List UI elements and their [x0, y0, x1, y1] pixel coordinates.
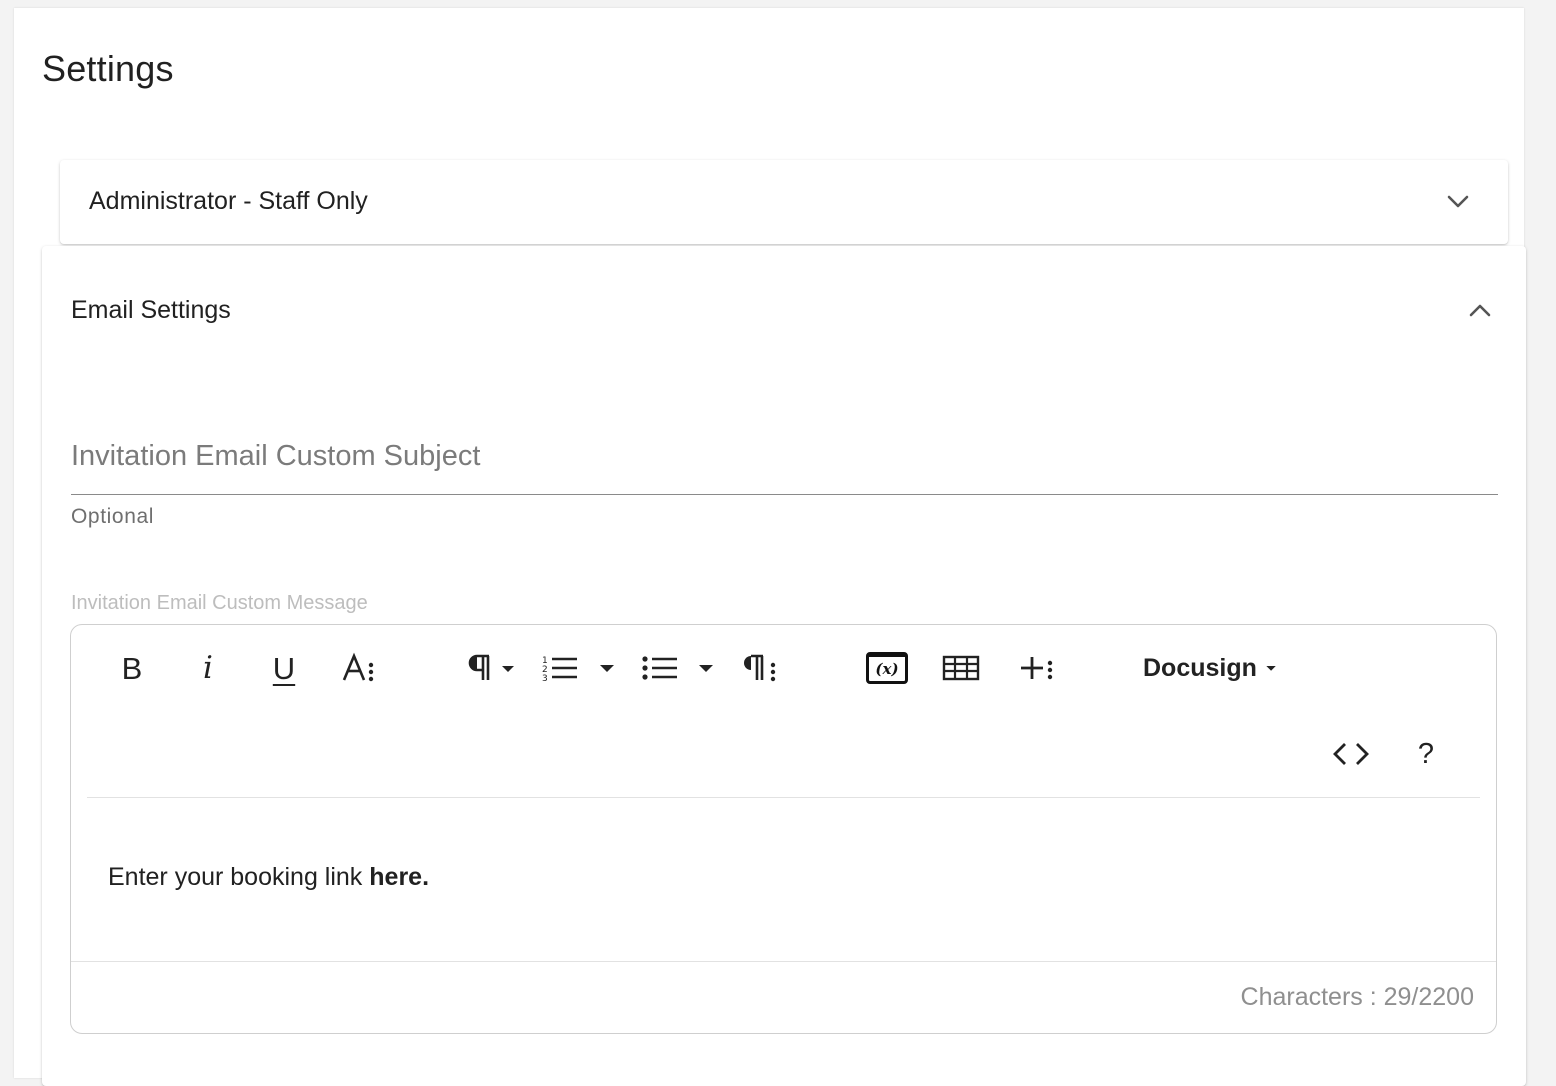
page-title: Settings — [42, 48, 174, 89]
font-options-button[interactable] — [339, 643, 379, 693]
paragraph-options-button[interactable] — [741, 643, 781, 693]
code-icon — [1333, 743, 1369, 765]
chevron-down-icon[interactable] — [1444, 188, 1472, 216]
italic-icon: i — [203, 649, 213, 686]
email-settings-panel: Email Settings Optional Invitation Email… — [42, 246, 1526, 1086]
more-insert-button[interactable] — [1017, 643, 1057, 693]
message-label: Invitation Email Custom Message — [71, 592, 368, 614]
docusign-dropdown[interactable]: Docusign — [1143, 643, 1277, 693]
svg-text:3: 3 — [542, 674, 548, 684]
unordered-list-icon — [642, 656, 677, 680]
editor-toolbar: B i U 1 2 3 (x) Docusign ? — [71, 625, 1496, 768]
variable-icon: (x) — [866, 652, 908, 684]
subject-field — [71, 432, 1498, 495]
unordered-list-dropdown[interactable] — [694, 643, 718, 693]
help-icon: ? — [1417, 737, 1435, 770]
ordered-list-icon: 1 2 3 — [542, 656, 577, 684]
editor-content[interactable]: Enter your booking link here. — [108, 863, 429, 892]
character-count: Characters : 29/2200 — [1240, 983, 1474, 1011]
paragraph-format-button[interactable] — [463, 643, 523, 693]
table-icon — [942, 655, 980, 681]
email-settings-title[interactable]: Email Settings — [71, 296, 231, 325]
ordered-list-button[interactable]: 1 2 3 — [541, 643, 581, 693]
text-style-icon — [342, 652, 374, 682]
caret-down-icon — [1266, 665, 1276, 671]
settings-card: Settings Administrator - Staff Only Emai… — [14, 8, 1526, 1086]
admin-panel-header[interactable]: Administrator - Staff Only — [60, 160, 1508, 244]
insert-variable-button[interactable]: (x) — [863, 643, 911, 693]
plus-more-icon — [1021, 657, 1053, 680]
bold-icon: B — [121, 650, 143, 686]
underline-button[interactable]: U — [265, 643, 303, 693]
code-view-button[interactable] — [1329, 729, 1373, 779]
help-button[interactable]: ? — [1409, 729, 1443, 779]
insert-table-button[interactable] — [941, 643, 981, 693]
bold-button[interactable]: B — [113, 643, 151, 693]
underline-icon: U — [272, 650, 296, 686]
admin-panel-title: Administrator - Staff Only — [89, 187, 368, 215]
toolbar-divider — [87, 797, 1480, 798]
paragraph-options-icon — [744, 654, 776, 682]
caret-down-icon — [600, 665, 614, 672]
subject-helper-text: Optional — [71, 505, 155, 528]
subject-input[interactable] — [71, 432, 1498, 480]
unordered-list-button[interactable] — [641, 643, 681, 693]
italic-button[interactable]: i — [189, 643, 227, 693]
paragraph-icon — [468, 654, 514, 680]
chevron-up-icon[interactable] — [1466, 296, 1494, 324]
caret-down-icon — [699, 665, 713, 672]
editor-bold-text: here. — [369, 863, 430, 891]
editor-text: Enter your booking link — [108, 863, 370, 891]
rich-text-editor: B i U 1 2 3 (x) Docusign ? Enter your bo… — [70, 624, 1497, 1034]
docusign-label: Docusign — [1143, 653, 1257, 682]
ordered-list-dropdown[interactable] — [595, 643, 619, 693]
footer-divider — [71, 961, 1496, 962]
